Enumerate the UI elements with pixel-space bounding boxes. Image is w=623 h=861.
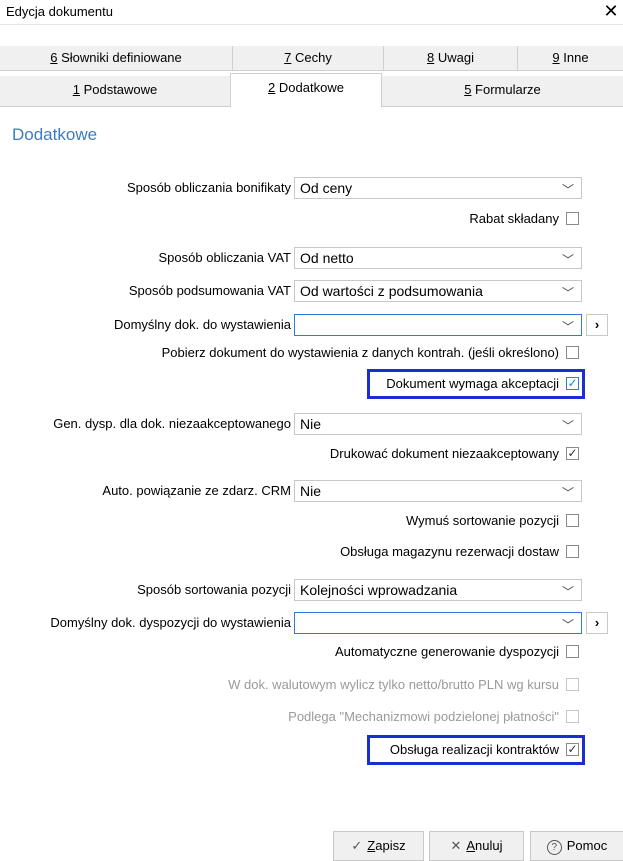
- cancel-label: nuluj: [475, 838, 503, 853]
- bonifikaty-select[interactable]: Od ceny ﹀: [294, 177, 582, 199]
- vat-select[interactable]: Od netto ﹀: [294, 247, 582, 269]
- domyslny-open-button[interactable]: ›: [586, 314, 608, 336]
- domyslny-label: Domyślny dok. do wystawienia: [113, 317, 291, 332]
- tab-slowniki[interactable]: 6 Słowniki definiowane: [0, 46, 233, 70]
- crm-value: Nie: [300, 483, 322, 499]
- akceptacja-label: Dokument wymaga akceptacji: [386, 376, 559, 391]
- tab-label: Formularze: [471, 82, 541, 97]
- title-bar: Edycja dokumentu ✕: [0, 0, 623, 25]
- window-title: Edycja dokumentu: [6, 4, 113, 19]
- autogen-checkbox[interactable]: [566, 645, 579, 658]
- tab-label: Dodatkowe: [275, 80, 344, 95]
- tab-podstawowe[interactable]: 1 Podstawowe: [0, 76, 230, 106]
- rabat-checkbox[interactable]: [566, 212, 579, 225]
- close-icon[interactable]: ✕: [603, 1, 619, 21]
- help-label: Pomoc: [566, 838, 608, 853]
- drukowac-checkbox[interactable]: ✓: [566, 446, 579, 460]
- section-title: Dodatkowe: [12, 125, 98, 144]
- tab-uwagi[interactable]: 8 Uwagi: [384, 46, 518, 70]
- domyslnydysp-label: Domyślny dok. dyspozycji do wystawienia: [50, 615, 291, 630]
- check-icon: ✓: [567, 376, 578, 390]
- gendysp-label: Gen. dysp. dla dok. niezaakceptowanego: [53, 416, 291, 431]
- tab-cechy[interactable]: 7 Cechy: [233, 46, 384, 70]
- podsumowanie-label: Sposób podsumowania VAT: [128, 283, 291, 298]
- chevron-right-icon: ›: [594, 317, 600, 332]
- vat-label: Sposób obliczania VAT: [158, 250, 291, 265]
- bonifikaty-label: Sposób obliczania bonifikaty: [126, 180, 291, 195]
- podsumowanie-value: Od wartości z podsumowania: [300, 283, 483, 299]
- tab-row-2: 1 Podstawowe 2 Dodatkowe 5 Formularze: [0, 73, 623, 107]
- chevron-right-icon: ›: [594, 615, 600, 630]
- sortowanie-select[interactable]: Kolejności wprowadzania ﹀: [294, 579, 582, 601]
- chevron-down-icon: ﹀: [561, 183, 574, 197]
- tab-inne[interactable]: 9 Inne: [518, 46, 623, 70]
- tab-formularze[interactable]: 5 Formularze: [382, 76, 623, 106]
- sortowanie-value: Kolejności wprowadzania: [300, 582, 458, 598]
- chevron-down-icon: ﹀: [561, 419, 574, 433]
- tab-label: Podstawowe: [79, 82, 158, 97]
- tab-row-1: 6 Słowniki definiowane 7 Cechy 8 Uwagi 9…: [0, 46, 623, 71]
- tab-label: Słowniki definiowane: [57, 50, 182, 65]
- tab-hotkey: 9: [552, 50, 560, 65]
- gendysp-select[interactable]: Nie ﹀: [294, 413, 582, 435]
- autogen-label: Automatyczne generowanie dyspozycji: [334, 644, 559, 659]
- chevron-down-icon: ﹀: [561, 320, 574, 334]
- wymus-label: Wymuś sortowanie pozycji: [405, 513, 559, 528]
- bonifikaty-value: Od ceny: [300, 180, 353, 196]
- chevron-down-icon: ﹀: [561, 618, 574, 632]
- tab-hotkey: 1: [72, 82, 80, 97]
- wymus-checkbox[interactable]: [566, 514, 579, 527]
- akceptacja-checkbox[interactable]: ✓: [566, 376, 579, 390]
- walutowym-label: W dok. walutowym wylicz tylko netto/brut…: [228, 677, 559, 692]
- chevron-down-icon: ﹀: [561, 253, 574, 267]
- tab-label: Cechy: [291, 50, 332, 65]
- pobierz-label: Pobierz dokument do wystawienia z danych…: [161, 345, 559, 360]
- rabat-label: Rabat składany: [469, 211, 559, 226]
- podlega-label: Podlega "Mechanizmowi podzielonej płatno…: [288, 709, 559, 724]
- cancel-button[interactable]: ✕ Anuluj: [429, 831, 524, 861]
- help-button[interactable]: ? Pomoc: [530, 831, 623, 861]
- podlega-checkbox: [566, 710, 579, 723]
- check-icon: ✓: [351, 838, 363, 853]
- close-icon: ✕: [450, 838, 462, 853]
- drukowac-label: Drukować dokument niezaakceptowany: [329, 446, 559, 461]
- kontrakty-checkbox[interactable]: ✓: [566, 742, 579, 756]
- tab-label: Inne: [559, 50, 589, 65]
- magazyn-checkbox[interactable]: [566, 545, 579, 558]
- check-icon: ✓: [567, 446, 578, 460]
- tab-dodatkowe[interactable]: 2 Dodatkowe: [230, 73, 382, 107]
- gendysp-value: Nie: [300, 416, 322, 432]
- save-button[interactable]: ✓ Zapisz: [333, 831, 424, 861]
- cancel-hotkey: A: [466, 838, 476, 853]
- chevron-down-icon: ﹀: [561, 585, 574, 599]
- crm-select[interactable]: Nie ﹀: [294, 480, 582, 502]
- magazyn-label: Obsługa magazynu rezerwacji dostaw: [340, 544, 559, 559]
- tab-label: Uwagi: [434, 50, 474, 65]
- walutowym-checkbox: [566, 678, 579, 691]
- crm-label: Auto. powiązanie ze zdarz. CRM: [102, 483, 291, 498]
- domyslnydysp-open-button[interactable]: ›: [586, 612, 608, 634]
- check-icon: ✓: [567, 742, 578, 756]
- chevron-down-icon: ﹀: [561, 286, 574, 300]
- vat-value: Od netto: [300, 250, 354, 266]
- sortowanie-label: Sposób sortowania pozycji: [137, 582, 291, 597]
- help-icon: ?: [546, 840, 562, 855]
- domyslny-select[interactable]: ﹀: [294, 314, 582, 336]
- pobierz-checkbox[interactable]: [566, 346, 579, 359]
- chevron-down-icon: ﹀: [561, 486, 574, 500]
- podsumowanie-select[interactable]: Od wartości z podsumowania ﹀: [294, 280, 582, 302]
- domyslnydysp-select[interactable]: ﹀: [294, 612, 582, 634]
- kontrakty-label: Obsługa realizacji kontraktów: [389, 742, 559, 757]
- save-label: apisz: [375, 838, 406, 853]
